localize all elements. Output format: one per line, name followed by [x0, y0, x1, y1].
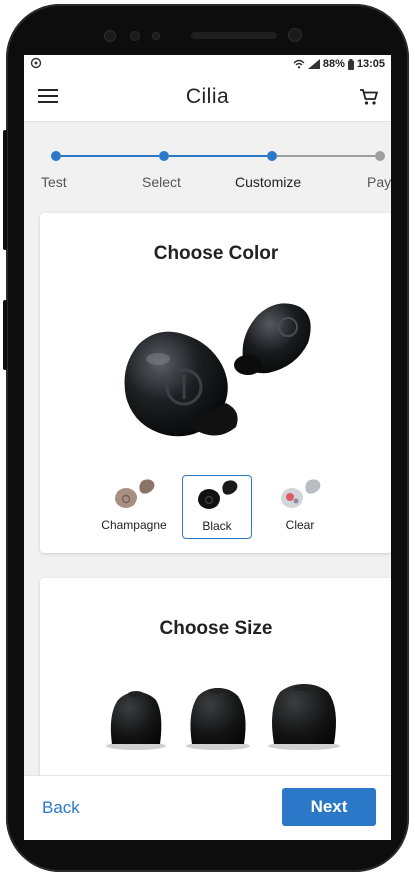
front-camera-icon: [288, 28, 302, 42]
step-dot-pay: [375, 151, 385, 161]
step-label-pay[interactable]: Pay: [367, 174, 391, 190]
step-connector: [277, 155, 375, 157]
sensor-icon: [104, 30, 116, 42]
color-card: Choose Color Champagne Black Clear: [40, 213, 391, 553]
color-option-black[interactable]: Black: [182, 475, 252, 539]
color-option-champagne[interactable]: Champagne: [100, 475, 168, 537]
wifi-icon: [293, 59, 305, 69]
step-dot-test: [51, 151, 61, 161]
size-card-title: Choose Size: [159, 618, 273, 639]
sensor-icon: [130, 31, 140, 41]
status-time: 13:05: [356, 58, 385, 70]
step-connector: [169, 155, 267, 157]
step-label-select[interactable]: Select: [142, 174, 181, 190]
earbuds-image: [124, 303, 311, 437]
app-title: Cilia: [185, 85, 230, 108]
step-label-test[interactable]: Test: [41, 174, 67, 190]
step-label-customize[interactable]: Customize: [235, 174, 301, 190]
size-card: Choose Size: [40, 578, 391, 798]
status-bar: 88% 13:05: [24, 55, 391, 75]
signal-icon: [307, 59, 320, 69]
next-button[interactable]: Next: [282, 788, 376, 826]
bottom-nav-bar: Back Next: [24, 775, 391, 840]
color-option-label: Clear: [285, 518, 315, 532]
color-option-label: Black: [202, 519, 232, 533]
ear-tips-image: [106, 684, 340, 750]
app-screen: 88% 13:05 Cilia Test Select Customize Pa…: [24, 55, 391, 840]
color-option-clear[interactable]: Clear: [266, 475, 334, 537]
checkout-stepper: Test Select Customize Pay: [24, 122, 391, 200]
step-dot-customize: [267, 151, 277, 161]
step-dot-select: [159, 151, 169, 161]
speaker-grille: [191, 32, 277, 39]
sensor-icon: [152, 32, 160, 40]
champagne-earbud-icon: [115, 479, 155, 508]
color-option-label: Champagne: [101, 518, 167, 532]
color-card-title: Choose Color: [153, 243, 279, 264]
sync-icon: [30, 57, 42, 69]
battery-percent: 88%: [322, 58, 345, 70]
battery-icon: [347, 58, 354, 70]
black-earbud-icon: [198, 480, 238, 509]
back-button[interactable]: Back: [42, 798, 80, 818]
status-indicators: 88% 13:05: [293, 58, 385, 70]
cart-icon[interactable]: [359, 87, 379, 107]
clear-earbud-icon: [281, 479, 321, 508]
app-bar: Cilia: [24, 75, 391, 122]
bixby-button: [3, 300, 7, 370]
volume-button: [3, 130, 7, 250]
step-connector: [61, 155, 159, 157]
